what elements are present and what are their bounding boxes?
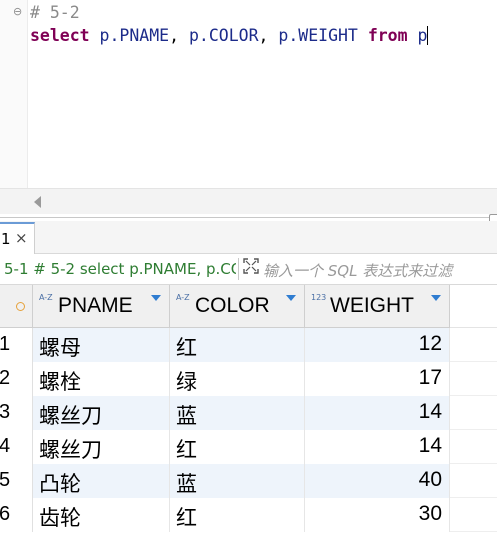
cell-pname[interactable]: 凸轮 bbox=[33, 464, 170, 498]
row-filler bbox=[450, 396, 497, 430]
text-type-icon: A-Z bbox=[176, 293, 190, 302]
cell-weight[interactable]: 14 bbox=[305, 396, 450, 430]
column-header-color[interactable]: A-Z COLOR bbox=[170, 285, 305, 328]
row-number[interactable]: 6 bbox=[0, 498, 33, 532]
sql-column-weight: .WEIGHT bbox=[288, 26, 358, 45]
filter-input[interactable]: 输入一个 SQL 表达式来过滤 bbox=[263, 260, 497, 281]
table-row[interactable]: 4 螺丝刀 红 14 bbox=[0, 430, 497, 464]
editor-gutter: ⊖ bbox=[0, 0, 28, 188]
sort-dropdown-icon[interactable] bbox=[151, 295, 161, 301]
scroll-left-arrow-icon[interactable] bbox=[34, 196, 41, 208]
table-row[interactable]: 3 螺丝刀 蓝 14 bbox=[0, 396, 497, 430]
cell-weight[interactable]: 30 bbox=[305, 498, 450, 532]
row-filler bbox=[450, 464, 497, 498]
cell-weight[interactable]: 40 bbox=[305, 464, 450, 498]
table-row[interactable]: 5 凸轮 蓝 40 bbox=[0, 464, 497, 498]
collapse-fold-icon[interactable]: ⊖ bbox=[13, 6, 24, 17]
row-number[interactable]: 4 bbox=[0, 430, 33, 464]
cell-weight[interactable]: 14 bbox=[305, 430, 450, 464]
splitter-line bbox=[0, 217, 490, 218]
sql-keyword-select: select bbox=[30, 26, 90, 45]
table-row[interactable]: 1 螺母 红 12 bbox=[0, 328, 497, 362]
table-row[interactable]: 6 齿轮 红 30 bbox=[0, 498, 497, 532]
row-filler bbox=[450, 430, 497, 464]
column-header-label: PNAME bbox=[58, 294, 133, 317]
sql-alias: p bbox=[278, 26, 289, 45]
cell-weight[interactable]: 12 bbox=[305, 328, 450, 362]
cell-color[interactable]: 红 bbox=[170, 328, 305, 362]
editor-comment-line: # 5-2 bbox=[30, 3, 80, 22]
row-selector-icon bbox=[16, 302, 25, 311]
expand-filter-icon[interactable] bbox=[242, 257, 260, 275]
row-number[interactable]: 1 bbox=[0, 328, 33, 362]
cell-color[interactable]: 蓝 bbox=[170, 396, 305, 430]
number-type-icon: 123 bbox=[311, 293, 327, 302]
sql-separator: , bbox=[169, 26, 189, 45]
row-number[interactable]: 3 bbox=[0, 396, 33, 430]
column-header-label: COLOR bbox=[195, 294, 270, 317]
row-number[interactable]: 5 bbox=[0, 464, 33, 498]
filter-query-label[interactable]: 5-1 # 5-2 select p.PNAME, p.COLOR bbox=[4, 260, 236, 278]
results-tab-bar: 1 × bbox=[0, 221, 497, 255]
sql-editor[interactable]: ⊖ # 5-2 select p.PNAME, p.COLOR, p.WEIGH… bbox=[0, 0, 497, 188]
result-grid[interactable]: A-Z PNAME A-Z COLOR 123 WEIGHT 1 螺母 红 12… bbox=[0, 285, 497, 538]
filter-divider bbox=[238, 258, 239, 280]
cell-pname[interactable]: 齿轮 bbox=[33, 498, 170, 532]
sort-dropdown-icon[interactable] bbox=[286, 295, 296, 301]
cell-color[interactable]: 红 bbox=[170, 430, 305, 464]
cell-weight[interactable]: 17 bbox=[305, 362, 450, 396]
text-caret bbox=[427, 26, 429, 45]
cell-color[interactable]: 蓝 bbox=[170, 464, 305, 498]
row-filler bbox=[450, 362, 497, 396]
sql-alias: p bbox=[188, 26, 199, 45]
editor-horizontal-scrollbar[interactable] bbox=[0, 188, 497, 214]
result-tab[interactable]: 1 × bbox=[0, 222, 35, 255]
row-filler bbox=[450, 328, 497, 362]
cell-pname[interactable]: 螺母 bbox=[33, 328, 170, 362]
cell-pname[interactable]: 螺丝刀 bbox=[33, 396, 170, 430]
sql-table-alias: p bbox=[417, 26, 428, 45]
table-row[interactable]: 2 螺栓 绿 17 bbox=[0, 362, 497, 396]
column-header-label: WEIGHT bbox=[330, 294, 414, 317]
sql-alias: p bbox=[99, 26, 110, 45]
sql-separator: , bbox=[258, 26, 279, 45]
filter-bar: 5-1 # 5-2 select p.PNAME, p.COLOR 输入一个 S… bbox=[0, 254, 497, 285]
row-number-header[interactable] bbox=[0, 285, 33, 328]
grid-header-filler bbox=[450, 285, 497, 328]
text-type-icon: A-Z bbox=[39, 293, 53, 302]
result-tab-label: 1 bbox=[1, 230, 11, 248]
cell-color[interactable]: 红 bbox=[170, 498, 305, 532]
cell-pname[interactable]: 螺丝刀 bbox=[33, 430, 170, 464]
cell-pname[interactable]: 螺栓 bbox=[33, 362, 170, 396]
sql-column-pname: .PNAME bbox=[109, 26, 170, 45]
cell-color[interactable]: 绿 bbox=[170, 362, 305, 396]
sql-column-color: .COLOR bbox=[198, 26, 259, 45]
row-filler bbox=[450, 498, 497, 532]
editor-sql-line: select p.PNAME, p.COLOR, p.WEIGHT from p bbox=[30, 26, 429, 45]
column-header-weight[interactable]: 123 WEIGHT bbox=[305, 285, 450, 328]
sort-dropdown-icon[interactable] bbox=[431, 295, 441, 301]
column-header-pname[interactable]: A-Z PNAME bbox=[33, 285, 170, 328]
sql-keyword-from: from bbox=[367, 26, 408, 45]
row-number[interactable]: 2 bbox=[0, 362, 33, 396]
close-icon[interactable]: × bbox=[15, 229, 28, 247]
